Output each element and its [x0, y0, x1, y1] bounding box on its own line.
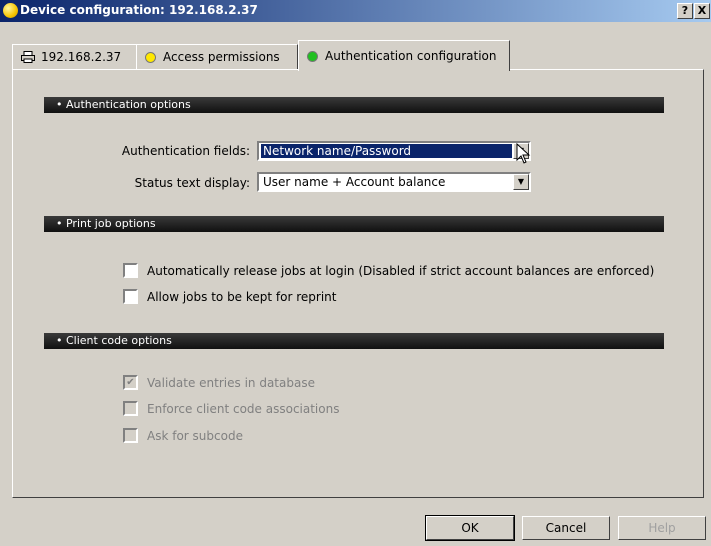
- tab-access-label: Access permissions: [163, 50, 280, 64]
- green-dot-icon: [307, 50, 318, 62]
- ask-subcode-checkbox: [123, 428, 138, 443]
- validate-entries-label: Validate entries in database: [147, 375, 315, 390]
- window-title: Device configuration: 192.168.2.37: [20, 3, 258, 17]
- auto-release-checkbox-row[interactable]: Automatically release jobs at login (Dis…: [123, 263, 654, 278]
- tab-access-permissions[interactable]: Access permissions: [136, 44, 298, 69]
- enforce-associations-checkbox: [123, 401, 138, 416]
- validate-entries-checkbox-row: ✔ Validate entries in database: [123, 375, 315, 390]
- section-print-job-options: • Print job options: [44, 216, 664, 232]
- tab-auth-label: Authentication configuration: [325, 49, 497, 63]
- keep-reprint-label: Allow jobs to be kept for reprint: [147, 289, 337, 304]
- tab-panel: [12, 69, 704, 498]
- section-client-code-options: • Client code options: [44, 333, 664, 349]
- ask-subcode-label: Ask for subcode: [147, 428, 243, 443]
- printer-icon: [21, 51, 35, 63]
- status-text-display-value: User name + Account balance: [263, 175, 446, 189]
- tab-device[interactable]: 192.168.2.37: [12, 44, 138, 69]
- app-icon: [3, 3, 18, 18]
- yellow-dot-icon: [145, 51, 156, 63]
- chevron-down-icon[interactable]: ▼: [513, 174, 529, 190]
- enforce-associations-checkbox-row: Enforce client code associations: [123, 401, 339, 416]
- keep-reprint-checkbox[interactable]: [123, 289, 138, 304]
- tab-device-label: 192.168.2.37: [41, 50, 122, 64]
- mouse-cursor-icon: [516, 143, 531, 164]
- cancel-button[interactable]: Cancel: [522, 516, 610, 540]
- authentication-fields-value: Network name/Password: [261, 144, 512, 158]
- auto-release-checkbox[interactable]: [123, 263, 138, 278]
- help-title-button[interactable]: ?: [677, 3, 693, 19]
- close-button[interactable]: X: [694, 3, 710, 19]
- authentication-fields-label: Authentication fields:: [121, 144, 250, 158]
- title-bar: Device configuration: 192.168.2.37 ? X: [0, 0, 711, 22]
- status-text-display-select[interactable]: User name + Account balance ▼: [257, 172, 531, 192]
- ok-button[interactable]: OK: [425, 515, 515, 541]
- enforce-associations-label: Enforce client code associations: [147, 401, 340, 416]
- keep-reprint-checkbox-row[interactable]: Allow jobs to be kept for reprint: [123, 289, 337, 304]
- help-button: Help: [618, 516, 706, 540]
- authentication-fields-select[interactable]: Network name/Password ▼: [257, 141, 531, 161]
- auto-release-label: Automatically release jobs at login (Dis…: [147, 263, 655, 278]
- tab-authentication-configuration[interactable]: Authentication configuration: [298, 40, 510, 71]
- status-text-display-label: Status text display:: [134, 176, 250, 190]
- ask-subcode-checkbox-row: Ask for subcode: [123, 428, 243, 443]
- section-authentication-options: • Authentication options: [44, 97, 664, 113]
- validate-entries-checkbox: ✔: [123, 375, 138, 390]
